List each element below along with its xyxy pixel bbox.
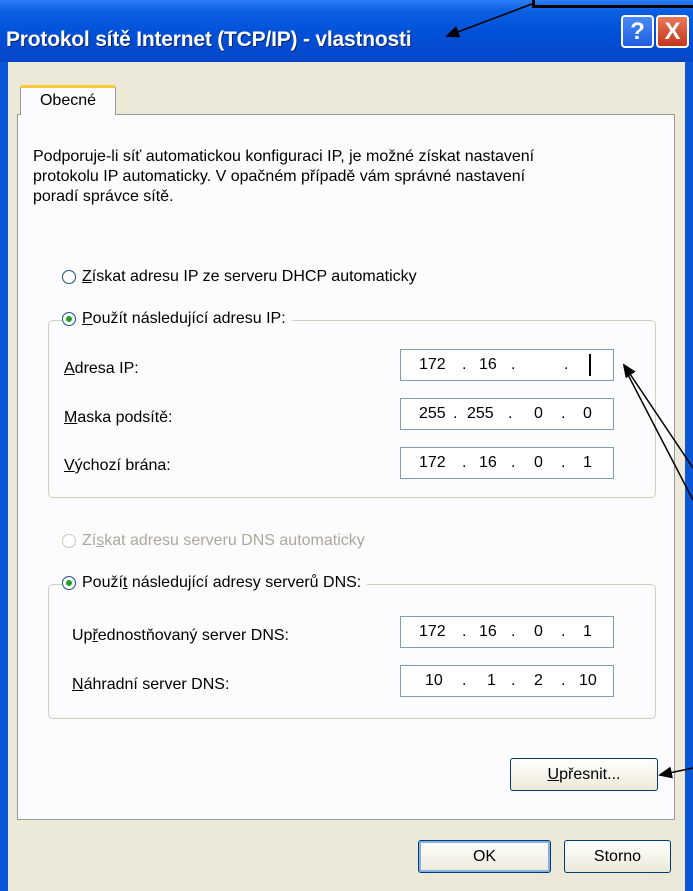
advanced-button[interactable]: Upřesnit... bbox=[510, 758, 658, 791]
radio-dns-manual-indicator[interactable] bbox=[62, 576, 76, 590]
octet: 0 bbox=[583, 405, 592, 422]
octet: 2 bbox=[534, 672, 543, 689]
radio-dns-manual[interactable]: Použít následující adresy serverů DNS: bbox=[62, 574, 368, 592]
octet: 16 bbox=[479, 454, 497, 471]
octet-dot: . bbox=[462, 623, 467, 640]
default-gateway-input[interactable]: 172 . 16 . 0 . 1 bbox=[400, 447, 614, 479]
octet: 172 bbox=[419, 356, 446, 373]
radio-dns-auto-indicator[interactable] bbox=[62, 534, 76, 548]
subnet-mask-label: Maska podsítě: bbox=[64, 409, 173, 426]
radio-dns-manual-label: Použít následující adresy serverů DNS: bbox=[82, 574, 362, 591]
radio-ip-auto-indicator[interactable] bbox=[62, 270, 76, 284]
ip-address-input[interactable]: 172 . 16 . . bbox=[400, 349, 614, 381]
callout-box-edge bbox=[532, 0, 693, 8]
description-text: Podporuje-li síť automatickou konfigurac… bbox=[33, 147, 653, 207]
octet: 0 bbox=[534, 623, 543, 640]
octet: 10 bbox=[425, 672, 443, 689]
octet-dot: . bbox=[508, 405, 513, 422]
radio-ip-auto[interactable]: Získat adresu IP ze serveru DHCP automat… bbox=[62, 268, 423, 286]
radio-dns-auto[interactable]: Získat adresu serveru DNS automaticky bbox=[62, 532, 371, 550]
octet: 172 bbox=[419, 623, 446, 640]
octet-dot: . bbox=[462, 356, 467, 373]
octet-dot: . bbox=[462, 454, 467, 471]
title-bar[interactable]: Protokol sítě Internet (TCP/IP) - vlastn… bbox=[0, 0, 693, 62]
help-button[interactable]: ? bbox=[621, 15, 654, 48]
octet: 10 bbox=[579, 672, 597, 689]
octet-dot: . bbox=[561, 623, 566, 640]
octet-dot: . bbox=[511, 454, 516, 471]
description-line: protokolu IP automaticky. V opačném příp… bbox=[33, 168, 526, 185]
cancel-button[interactable]: Storno bbox=[564, 840, 671, 873]
radio-ip-manual-label: Použít následující adresu IP: bbox=[82, 310, 286, 327]
preferred-dns-label: Upřednostňovaný server DNS: bbox=[72, 627, 289, 644]
close-button[interactable]: X bbox=[656, 15, 689, 48]
radio-ip-manual[interactable]: Použít následující adresu IP: bbox=[62, 310, 292, 328]
octet-dot: . bbox=[511, 356, 516, 373]
octet-dot: . bbox=[561, 454, 566, 471]
window-title: Protokol sítě Internet (TCP/IP) - vlastn… bbox=[6, 28, 412, 51]
octet-dot: . bbox=[561, 405, 566, 422]
octet-dot: . bbox=[561, 672, 566, 689]
default-gateway-label: Výchozí brána: bbox=[64, 457, 171, 474]
octet-dot: . bbox=[511, 672, 516, 689]
octet-dot: . bbox=[511, 623, 516, 640]
octet: 16 bbox=[479, 623, 497, 640]
octet: 255 bbox=[419, 405, 446, 422]
description-line: Podporuje-li síť automatickou konfigurac… bbox=[33, 148, 535, 165]
ip-address-label: Adresa IP: bbox=[64, 360, 139, 377]
octet: 1 bbox=[583, 623, 592, 640]
octet-dot: . bbox=[462, 672, 467, 689]
octet: 16 bbox=[479, 356, 497, 373]
octet-dot: . bbox=[453, 405, 458, 422]
octet: 255 bbox=[467, 405, 494, 422]
description-line: poradí správce sítě. bbox=[33, 188, 174, 205]
ok-button[interactable]: OK bbox=[418, 840, 551, 873]
window-frame-right bbox=[685, 62, 693, 891]
text-cursor bbox=[589, 354, 591, 376]
octet: 1 bbox=[583, 454, 592, 471]
radio-ip-auto-label: Získat adresu IP ze serveru DHCP automat… bbox=[82, 268, 417, 285]
tab-general[interactable]: Obecné bbox=[20, 85, 116, 115]
octet: 0 bbox=[534, 454, 543, 471]
octet: 0 bbox=[534, 405, 543, 422]
window-frame-left bbox=[0, 62, 8, 891]
dns-groupbox bbox=[48, 584, 656, 719]
radio-dns-auto-label: Získat adresu serveru DNS automaticky bbox=[82, 532, 365, 549]
alternate-dns-input[interactable]: 10 . 1 . 2 . 10 bbox=[400, 665, 614, 697]
preferred-dns-input[interactable]: 172 . 16 . 0 . 1 bbox=[400, 616, 614, 648]
subnet-mask-input[interactable]: 255 . 255 . 0 . 0 bbox=[400, 398, 614, 430]
octet: 172 bbox=[419, 454, 446, 471]
octet: 1 bbox=[487, 672, 496, 689]
radio-ip-manual-indicator[interactable] bbox=[62, 312, 76, 326]
octet-dot: . bbox=[564, 356, 569, 373]
alternate-dns-label: Náhradní server DNS: bbox=[72, 676, 230, 693]
